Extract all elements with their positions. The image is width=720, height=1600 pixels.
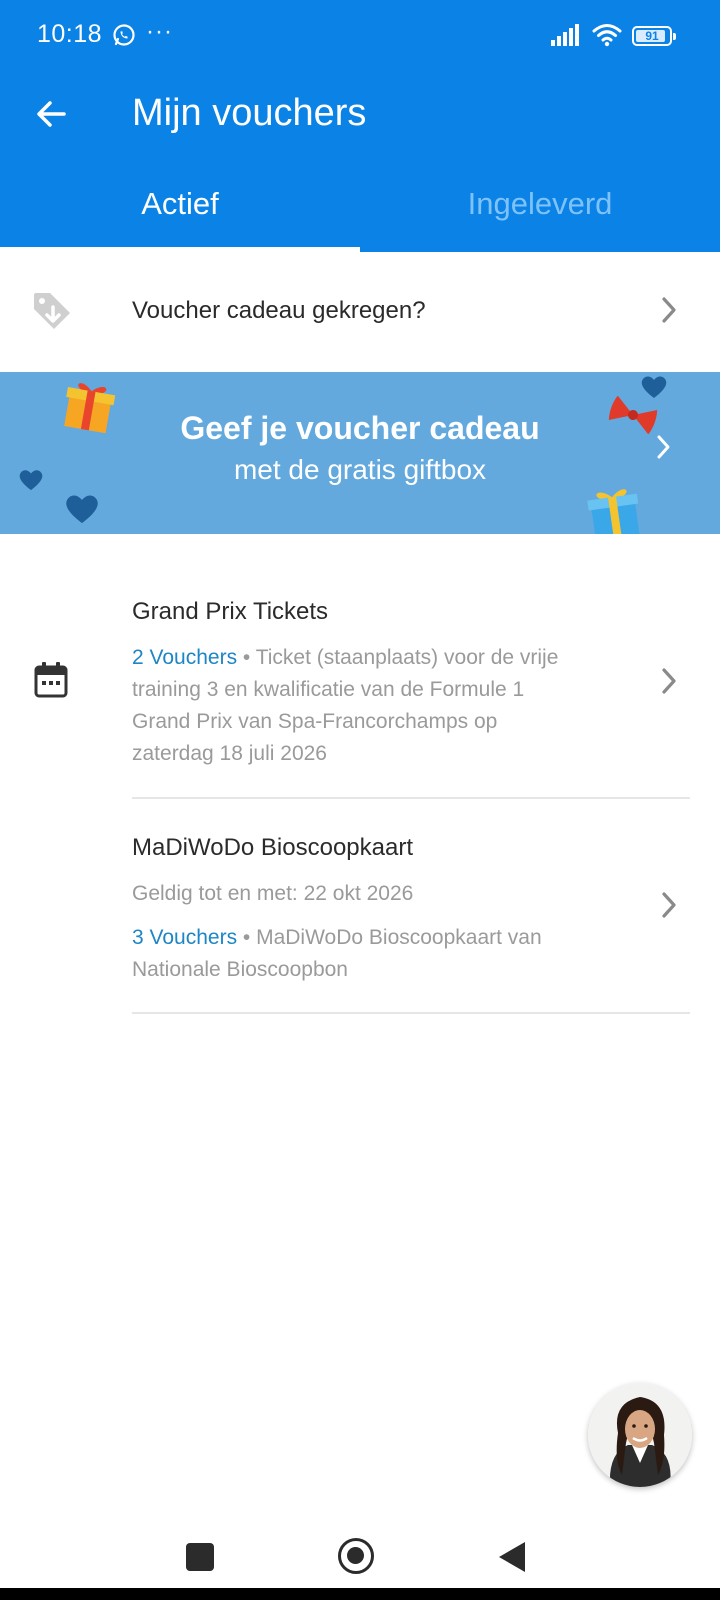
voucher-description: 2 Vouchers • Ticket (staanplaats) voor d… <box>132 642 582 770</box>
chevron-right-icon <box>662 297 676 323</box>
home-button-dot <box>347 1547 364 1564</box>
voucher-validity: Geldig tot en met: 22 okt 2026 <box>132 882 414 905</box>
voucher-title: MaDiWoDo Bioscoopkaart <box>132 834 414 861</box>
battery-level: 91 <box>645 29 659 43</box>
voucher-item-bioscoopkaart[interactable]: MaDiWoDo Bioscoopkaart Geldig tot en met… <box>0 800 720 1012</box>
battery-icon: 91 <box>632 26 676 46</box>
chevron-right-icon <box>662 668 676 694</box>
tab-ingeleverd[interactable]: Ingeleverd <box>360 186 720 222</box>
voucher-item-grand-prix[interactable]: Grand Prix Tickets 2 Vouchers • Ticket (… <box>0 534 720 800</box>
system-back-button[interactable] <box>499 1542 525 1572</box>
back-arrow-icon[interactable] <box>34 96 70 132</box>
chevron-right-icon <box>662 892 676 918</box>
wifi-icon <box>592 24 622 47</box>
battery-nub <box>673 33 676 40</box>
recents-button[interactable] <box>186 1543 214 1571</box>
system-nav-bar <box>0 1500 720 1588</box>
banner-subtitle: met de gratis giftbox <box>233 454 487 485</box>
tag-download-icon <box>34 293 70 329</box>
page-title: Mijn vouchers <box>132 92 367 134</box>
voucher-description: 3 Vouchers • MaDiWoDo Bioscoopkaart van … <box>132 922 582 986</box>
voucher-count: 2 Vouchers <box>132 646 238 669</box>
tab-actief[interactable]: Actief <box>0 186 360 222</box>
divider <box>132 1012 690 1014</box>
calendar-icon <box>34 662 68 698</box>
gift-received-label: Voucher cadeau gekregen? <box>132 297 426 324</box>
heart-icon <box>66 495 98 524</box>
heart-icon <box>19 470 43 491</box>
bottom-edge <box>0 1588 720 1600</box>
gift-received-row[interactable]: Voucher cadeau gekregen? <box>0 252 720 373</box>
app-bar: 10:18 ··· 91 Mijn vouchers Actief Ingele… <box>0 0 720 252</box>
status-time: 10:18 <box>37 20 103 48</box>
assistant-avatar-button[interactable] <box>588 1383 692 1487</box>
signal-icon <box>551 24 579 46</box>
giftbox-banner[interactable]: Geef je voucher cadeau met de gratis gif… <box>0 372 720 534</box>
status-bar: 10:18 ··· 91 <box>0 0 720 72</box>
chevron-right-icon <box>657 435 670 459</box>
gift-icon <box>587 489 640 534</box>
voucher-count: 3 Vouchers <box>132 926 238 949</box>
voucher-title: Grand Prix Tickets <box>132 598 329 625</box>
status-overflow: ··· <box>146 18 173 45</box>
whatsapp-icon <box>113 24 135 46</box>
home-button[interactable] <box>338 1538 374 1574</box>
assistant-avatar-image <box>588 1383 692 1487</box>
divider <box>132 797 690 799</box>
banner-title: Geef je voucher cadeau <box>180 410 540 446</box>
